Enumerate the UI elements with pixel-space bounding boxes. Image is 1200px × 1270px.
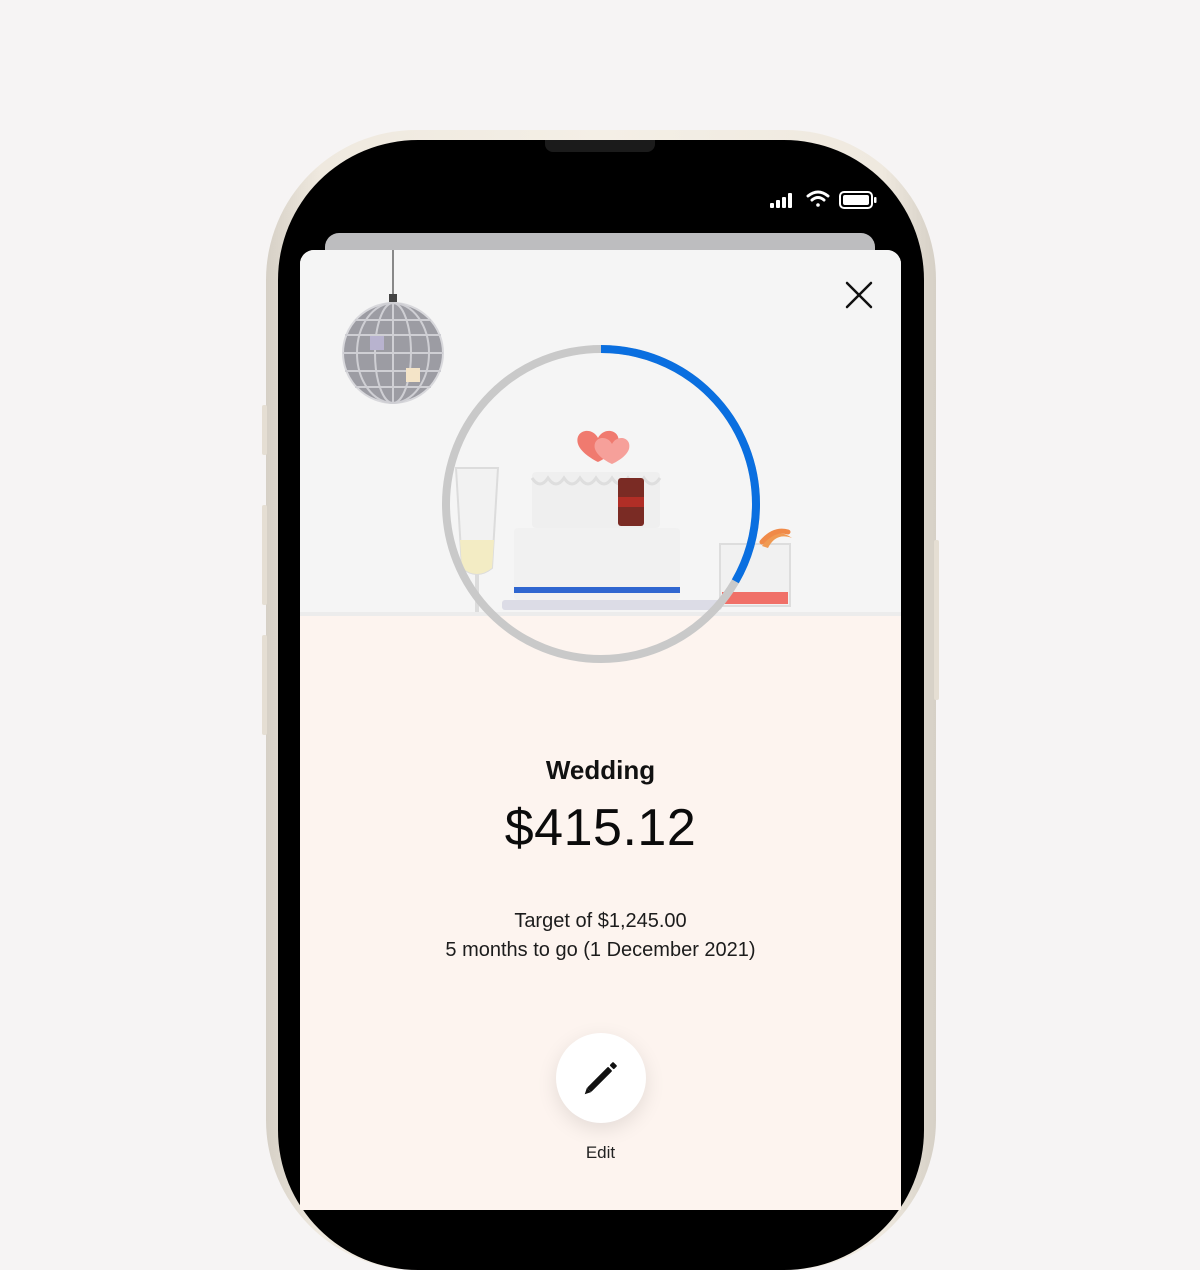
phone-silent-switch (262, 405, 267, 455)
phone-volume-down (262, 635, 267, 735)
table-edge (300, 612, 901, 616)
goal-sheet: Wedding $415.12 Target of $1,245.00 5 mo… (300, 250, 901, 1210)
goal-amount: $415.12 (504, 799, 697, 857)
disco-ball-icon (342, 250, 444, 404)
phone-power-button (934, 540, 939, 700)
edit-label: Edit (585, 1143, 616, 1162)
close-icon[interactable] (840, 276, 878, 314)
phone-speaker (545, 140, 655, 152)
goal-timeline: 5 months to go (1 December 2021) (445, 939, 756, 961)
goal-illustration (300, 250, 901, 663)
goal-target: Target of $1,245.00 (514, 910, 687, 932)
pencil-icon (584, 1062, 617, 1095)
edit-button[interactable] (556, 1033, 646, 1123)
goal-name: Wedding (545, 755, 656, 785)
wedding-cake-icon (502, 430, 722, 610)
status-bar (770, 190, 877, 209)
wifi-icon (806, 190, 830, 207)
signal-icon (770, 193, 792, 208)
battery-icon (839, 191, 877, 209)
phone-volume-up (262, 505, 267, 605)
